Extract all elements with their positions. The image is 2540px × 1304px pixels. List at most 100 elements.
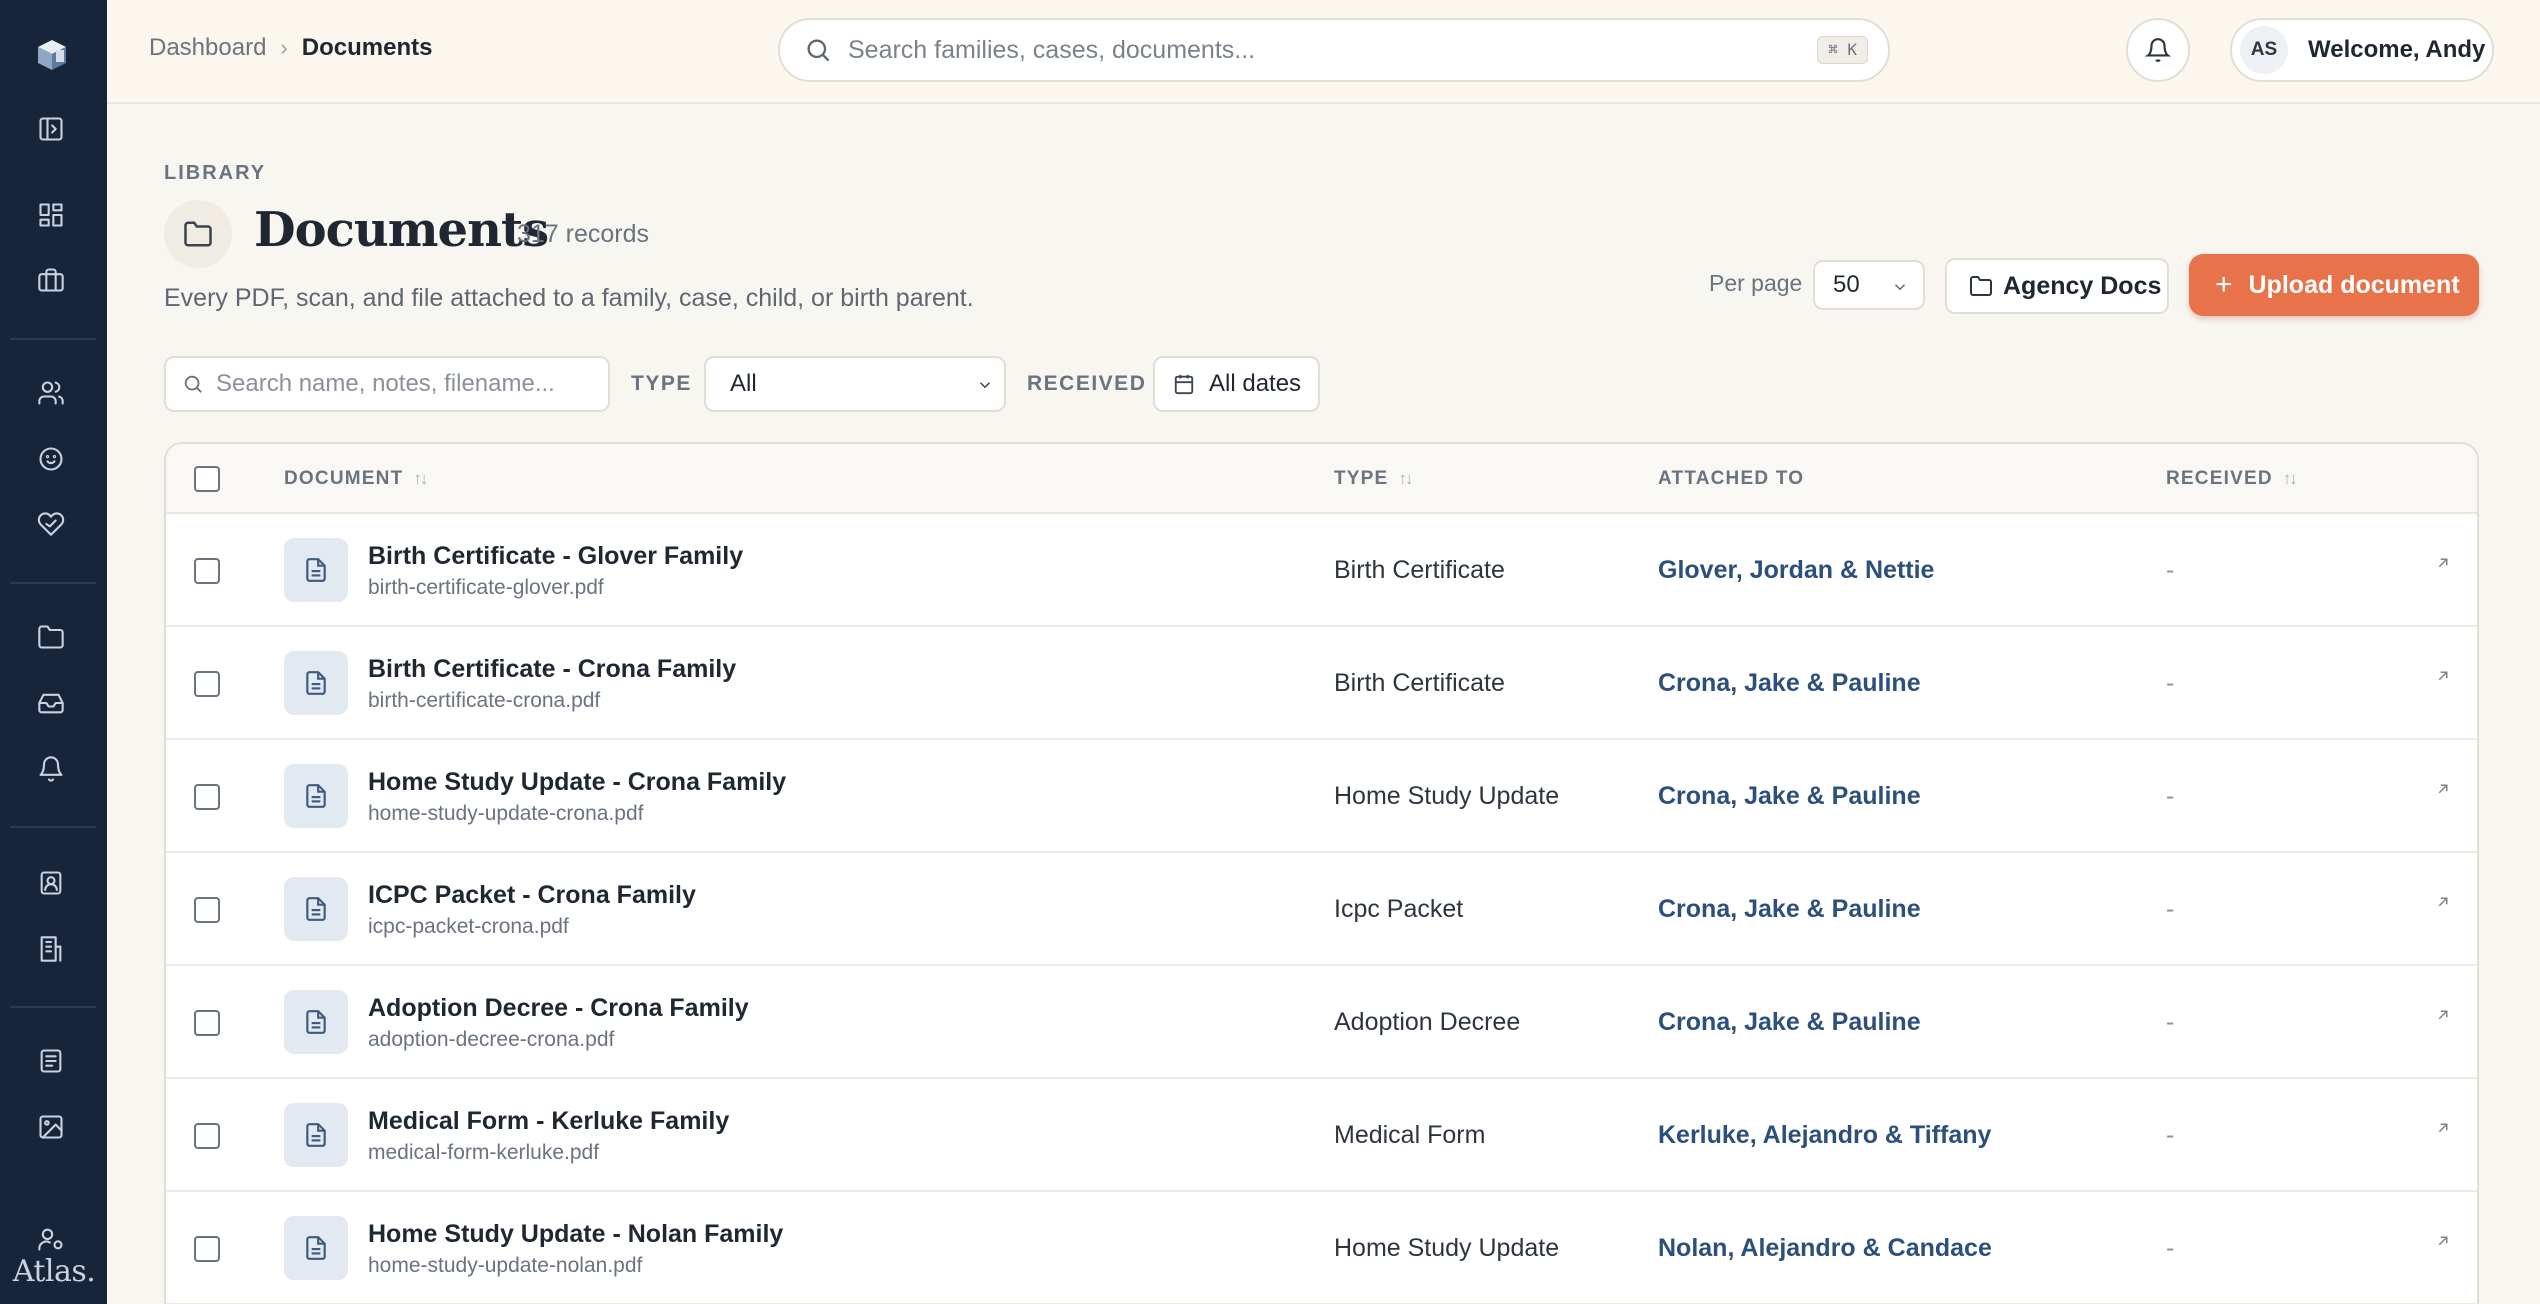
contacts-icon[interactable] bbox=[34, 866, 68, 900]
table-row[interactable]: ICPC Packet - Crona Family icpc-packet-c… bbox=[166, 853, 2477, 966]
user-settings-icon[interactable] bbox=[34, 1222, 68, 1256]
open-external-icon[interactable] bbox=[2434, 893, 2456, 915]
column-header-received-label: RECEIVED bbox=[2166, 468, 2273, 489]
document-name[interactable]: Home Study Update - Crona Family bbox=[368, 768, 786, 797]
received-date: - bbox=[2166, 1008, 2175, 1036]
document-type: Icpc Packet bbox=[1334, 895, 1464, 923]
table-row[interactable]: Home Study Update - Crona Family home-st… bbox=[166, 740, 2477, 853]
document-filename: birth-certificate-glover.pdf bbox=[368, 576, 604, 599]
global-search-input[interactable] bbox=[848, 35, 1748, 65]
search-icon bbox=[184, 375, 202, 393]
select-all-checkbox[interactable] bbox=[194, 466, 220, 492]
column-header-received[interactable]: RECEIVED ↑↓ bbox=[2166, 468, 2298, 490]
open-external-icon[interactable] bbox=[2434, 554, 2456, 576]
row-checkbox[interactable] bbox=[194, 671, 220, 697]
document-filename: birth-certificate-crona.pdf bbox=[368, 689, 601, 712]
agency-docs-label: Agency Docs bbox=[2003, 271, 2162, 300]
per-page-select[interactable]: 50 bbox=[1813, 260, 1925, 310]
reports-icon[interactable] bbox=[34, 1044, 68, 1078]
page-subtitle: Every PDF, scan, and file attached to a … bbox=[164, 284, 974, 312]
open-external-icon[interactable] bbox=[2434, 1232, 2456, 1254]
breadcrumb-dashboard-link[interactable]: Dashboard bbox=[149, 34, 266, 62]
attached-to-link[interactable]: Crona, Jake & Pauline bbox=[1658, 782, 1921, 811]
document-search-input[interactable] bbox=[216, 370, 596, 398]
avatar: AS bbox=[2240, 26, 2288, 74]
app-logo-icon[interactable] bbox=[26, 30, 78, 82]
attached-to-link[interactable]: Nolan, Alejandro & Candace bbox=[1658, 1234, 1992, 1263]
row-checkbox[interactable] bbox=[194, 1010, 220, 1036]
table-row[interactable]: Medical Form - Kerluke Family medical-fo… bbox=[166, 1079, 2477, 1192]
chevron-right-icon: › bbox=[280, 35, 288, 60]
document-filename: medical-form-kerluke.pdf bbox=[368, 1141, 600, 1164]
plus-icon: + bbox=[2215, 268, 2233, 301]
document-filename: icpc-packet-crona.pdf bbox=[368, 915, 569, 938]
received-date: - bbox=[2166, 895, 2175, 923]
document-name[interactable]: ICPC Packet - Crona Family bbox=[368, 881, 696, 910]
date-range-button[interactable]: All dates bbox=[1153, 356, 1320, 412]
attached-to-link[interactable]: Kerluke, Alejandro & Tiffany bbox=[1658, 1121, 1991, 1150]
brand-wordmark: Atlas. bbox=[12, 1254, 96, 1289]
notifications-icon[interactable] bbox=[34, 752, 68, 786]
row-checkbox[interactable] bbox=[194, 897, 220, 923]
agency-docs-button[interactable]: Agency Docs bbox=[1945, 258, 2169, 314]
received-date: - bbox=[2166, 782, 2175, 810]
column-header-document[interactable]: DOCUMENT ↑↓ bbox=[284, 468, 428, 490]
column-header-attached-label: ATTACHED TO bbox=[1658, 468, 1805, 489]
sort-icon: ↑↓ bbox=[413, 469, 428, 488]
chevron-down-icon bbox=[1894, 284, 1906, 291]
dashboard-icon[interactable] bbox=[34, 198, 68, 232]
per-page-label: Per page bbox=[1709, 270, 1803, 296]
attached-to-link[interactable]: Crona, Jake & Pauline bbox=[1658, 895, 1921, 924]
table-row[interactable]: Birth Certificate - Crona Family birth-c… bbox=[166, 627, 2477, 740]
open-external-icon[interactable] bbox=[2434, 1006, 2456, 1028]
global-search[interactable]: ⌘ K bbox=[778, 18, 1890, 82]
open-external-icon[interactable] bbox=[2434, 1119, 2456, 1141]
document-name[interactable]: Birth Certificate - Crona Family bbox=[368, 655, 736, 684]
document-name[interactable]: Home Study Update - Nolan Family bbox=[368, 1220, 783, 1249]
table-header: DOCUMENT ↑↓ TYPE ↑↓ ATTACHED TO RECEIVED… bbox=[166, 444, 2477, 514]
documents-table: DOCUMENT ↑↓ TYPE ↑↓ ATTACHED TO RECEIVED… bbox=[164, 442, 2479, 1304]
document-name[interactable]: Birth Certificate - Glover Family bbox=[368, 542, 743, 571]
table-row[interactable]: Adoption Decree - Crona Family adoption-… bbox=[166, 966, 2477, 1079]
collapse-sidebar-icon[interactable] bbox=[34, 112, 68, 146]
type-filter-select[interactable]: All bbox=[704, 356, 1006, 412]
attached-to-link[interactable]: Crona, Jake & Pauline bbox=[1658, 669, 1921, 698]
upload-document-button[interactable]: + Upload document bbox=[2189, 254, 2479, 316]
attached-to-link[interactable]: Crona, Jake & Pauline bbox=[1658, 1008, 1921, 1037]
file-icon bbox=[284, 651, 348, 715]
file-icon bbox=[284, 1103, 348, 1167]
per-page-value: 50 bbox=[1833, 271, 1860, 298]
file-icon bbox=[284, 877, 348, 941]
document-name[interactable]: Medical Form - Kerluke Family bbox=[368, 1107, 729, 1136]
page-title: Documents bbox=[254, 202, 549, 258]
cases-icon[interactable] bbox=[34, 263, 68, 297]
media-icon[interactable] bbox=[34, 1110, 68, 1144]
table-row[interactable]: Birth Certificate - Glover Family birth-… bbox=[166, 514, 2477, 627]
birth-parents-icon[interactable] bbox=[34, 507, 68, 541]
attached-to-link[interactable]: Glover, Jordan & Nettie bbox=[1658, 556, 1934, 585]
column-header-type[interactable]: TYPE ↑↓ bbox=[1334, 468, 1413, 490]
open-external-icon[interactable] bbox=[2434, 780, 2456, 802]
document-search[interactable] bbox=[164, 356, 610, 412]
calendar-icon bbox=[1174, 374, 1194, 395]
sort-icon: ↑↓ bbox=[2282, 469, 2298, 488]
user-menu-button[interactable]: AS Welcome, Andy bbox=[2230, 18, 2494, 82]
families-icon[interactable] bbox=[34, 376, 68, 410]
row-checkbox[interactable] bbox=[194, 1236, 220, 1262]
file-icon bbox=[284, 990, 348, 1054]
document-name[interactable]: Adoption Decree - Crona Family bbox=[368, 994, 749, 1023]
notifications-button[interactable] bbox=[2126, 18, 2190, 82]
document-type: Medical Form bbox=[1334, 1121, 1486, 1149]
agencies-icon[interactable] bbox=[34, 932, 68, 966]
column-header-attached: ATTACHED TO bbox=[1658, 468, 1804, 490]
table-row[interactable]: Home Study Update - Nolan Family home-st… bbox=[166, 1192, 2477, 1304]
row-checkbox[interactable] bbox=[194, 558, 220, 584]
children-icon[interactable] bbox=[34, 442, 68, 476]
open-external-icon[interactable] bbox=[2434, 667, 2456, 689]
document-type: Home Study Update bbox=[1334, 782, 1560, 810]
topbar: Dashboard › Documents ⌘ K AS Welcome, An… bbox=[107, 0, 2540, 104]
documents-icon[interactable] bbox=[34, 620, 68, 654]
row-checkbox[interactable] bbox=[194, 1123, 220, 1149]
inbox-icon[interactable] bbox=[34, 686, 68, 720]
row-checkbox[interactable] bbox=[194, 784, 220, 810]
